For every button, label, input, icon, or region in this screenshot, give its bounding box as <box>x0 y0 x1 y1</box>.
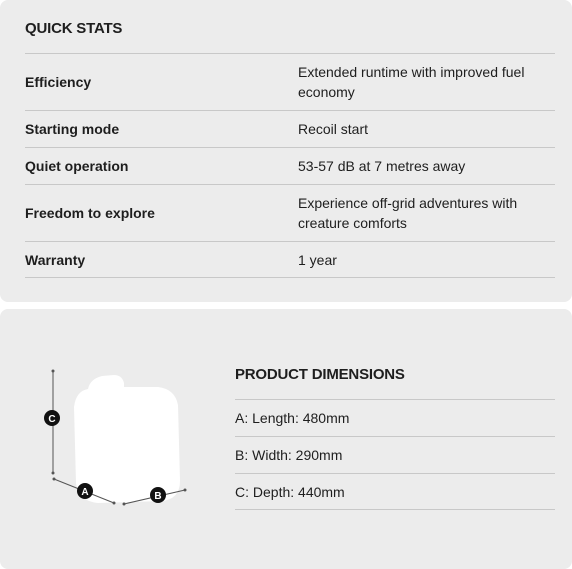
generator-silhouette <box>74 375 180 503</box>
stats-row-label: Quiet operation <box>25 158 129 174</box>
svg-text:C: C <box>48 414 55 425</box>
stats-row-label: Warranty <box>25 251 86 268</box>
stats-row-value: 53-57 dB at 7 metres away <box>298 158 466 174</box>
stats-row-label: Starting mode <box>25 121 120 137</box>
stats-row-label: Freedom to explore <box>25 205 155 221</box>
quick-stats-card: QUICK STATS Efficiency Extended runtime … <box>0 0 572 302</box>
generator-dimension-illustration: C A B <box>44 369 187 506</box>
stats-row-warranty: Warranty 1 year <box>25 241 555 278</box>
marker-c: C <box>44 410 60 426</box>
marker-a: A <box>77 483 93 499</box>
quick-stats-title: QUICK STATS <box>25 20 123 37</box>
product-dimensions-title: PRODUCT DIMENSIONS <box>235 366 405 383</box>
dimension-width: B: Width: 290mm <box>235 436 555 473</box>
dimensions-list: A: Length: 480mm B: Width: 290mm C: Dept… <box>235 399 555 510</box>
marker-b: B <box>150 487 166 503</box>
quick-stats-table: Efficiency Extended runtime with improve… <box>25 53 555 278</box>
stats-row-starting-mode: Starting mode Recoil start <box>25 110 555 147</box>
stats-row-label: Efficiency <box>25 74 92 90</box>
stats-row-quiet-operation: Quiet operation 53-57 dB at 7 metres awa… <box>25 147 555 184</box>
stats-row-value: Experience off-grid adventures with crea… <box>298 195 518 231</box>
product-dimensions-card: C A B PRODUCT DIMENSIONS A: Length: 480m… <box>0 309 572 569</box>
dimension-length: A: Length: 480mm <box>235 399 555 436</box>
svg-text:A: A <box>81 487 88 498</box>
stats-row-value: Extended runtime with improved fuel econ… <box>298 64 525 100</box>
stats-row-value: Recoil start <box>298 121 369 137</box>
stats-row-efficiency: Efficiency Extended runtime with improve… <box>25 53 555 110</box>
stats-row-value: 1 year <box>298 251 337 268</box>
svg-text:B: B <box>154 491 161 502</box>
dimension-depth: C: Depth: 440mm <box>235 473 555 510</box>
stats-row-freedom: Freedom to explore Experience off-grid a… <box>25 184 555 241</box>
